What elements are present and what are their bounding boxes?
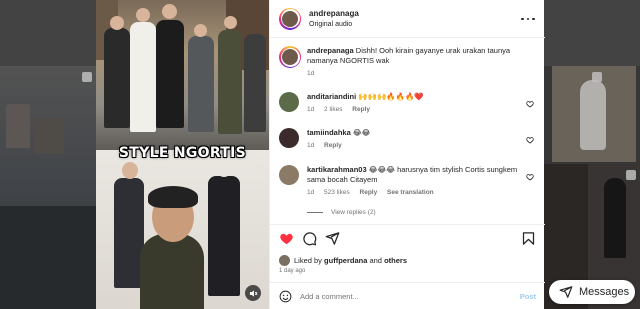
messages-icon (559, 286, 573, 298)
comment-like-icon[interactable] (526, 136, 534, 144)
comment-like-icon[interactable] (526, 100, 534, 108)
add-comment-bar: Add a comment... Post (270, 282, 545, 309)
reply-button[interactable]: Reply (360, 189, 378, 196)
share-icon[interactable] (325, 231, 340, 246)
view-replies-button[interactable]: View replies (2) (307, 209, 376, 216)
heart-icon[interactable] (279, 231, 294, 246)
media-street-photo (96, 0, 269, 150)
comment-like-icon[interactable] (526, 173, 534, 181)
liked-by-label: Liked by (294, 256, 322, 265)
messages-button[interactable]: Messages (549, 280, 635, 304)
comments-list[interactable]: andrepanaga Dishh! Ooh kirain gayanye ur… (270, 38, 545, 224)
others-link[interactable]: others (384, 256, 407, 265)
comment-input[interactable]: Add a comment... (300, 292, 359, 301)
post-comment-button[interactable]: Post (520, 292, 536, 301)
emoji-icon[interactable] (279, 290, 292, 303)
see-translation-button[interactable]: See translation (387, 189, 434, 196)
post-actions: Liked by guffperdana and others 1 day ag… (270, 224, 545, 309)
bookmark-icon[interactable] (521, 231, 536, 246)
post-media[interactable]: STYLE NGORTIS (96, 0, 269, 309)
audio-link[interactable]: Original audio (309, 19, 359, 30)
comment-time[interactable]: 1d (307, 106, 314, 113)
comment-username[interactable]: tamiindahka (307, 128, 351, 137)
reply-button[interactable]: Reply (352, 106, 370, 113)
and-label: and (369, 256, 382, 265)
messages-label: Messages (579, 286, 630, 298)
likes-summary: Liked by guffperdana and others (279, 255, 407, 266)
mute-icon (249, 289, 257, 297)
comment-text: 🙌🙌🙌🔥🔥🔥❤️ (358, 92, 424, 101)
more-options-button[interactable] (521, 12, 535, 26)
post-header: andrepanaga Original audio (270, 0, 545, 38)
caption-username[interactable]: andrepanaga (307, 46, 354, 55)
post-age[interactable]: 1 day ago (279, 268, 305, 274)
comment-time[interactable]: 1d (307, 142, 314, 149)
comment-text: 😂😂 (352, 128, 371, 137)
post-details-panel: andrepanaga Original audio andrepanaga D… (269, 0, 545, 309)
media-studio-photo (96, 150, 269, 309)
liked-by-user[interactable]: guffperdana (324, 256, 367, 265)
comment-likes[interactable]: 2 likes (324, 106, 342, 113)
comment-likes[interactable]: 523 likes (324, 189, 350, 196)
avatar[interactable] (279, 128, 299, 148)
comment-username[interactable]: anditariandini (307, 92, 356, 101)
avatar[interactable] (279, 92, 299, 112)
comment-username[interactable]: kartikarahman03 (307, 165, 367, 174)
post-modal: STYLE NGORTIS andrepanaga Original audio (96, 0, 545, 309)
media-caption-overlay: STYLE NGORTIS (118, 145, 247, 161)
post-username[interactable]: andrepanaga (309, 8, 359, 19)
comment-time[interactable]: 1d (307, 189, 314, 196)
avatar[interactable] (279, 7, 301, 30)
mute-button[interactable] (245, 285, 261, 301)
avatar[interactable] (279, 255, 290, 266)
reply-button[interactable]: Reply (324, 142, 342, 149)
view-replies-label: View replies (2) (331, 209, 376, 216)
caption-time[interactable]: 1d (307, 70, 314, 77)
avatar[interactable] (279, 165, 299, 185)
more-icon (521, 17, 524, 21)
comment-icon[interactable] (302, 231, 317, 246)
avatar[interactable] (279, 46, 301, 68)
